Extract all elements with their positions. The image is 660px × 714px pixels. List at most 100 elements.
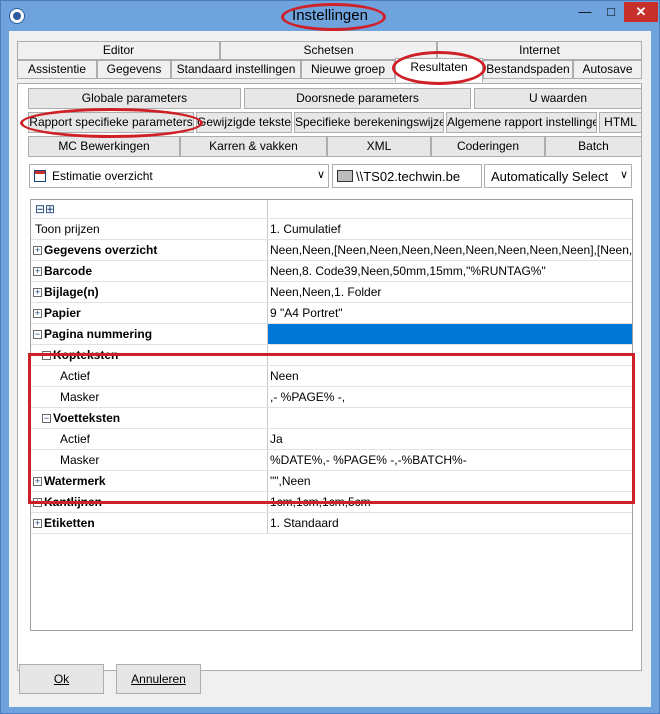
- close-button[interactable]: ✕: [624, 2, 658, 22]
- collapse-icon[interactable]: −: [42, 351, 51, 361]
- window-title: Instellingen: [292, 7, 368, 24]
- grid-row[interactable]: Actief Ja: [31, 429, 632, 450]
- subtab-rapport-specifieke-parameters[interactable]: Rapport specifieke parameters: [28, 112, 194, 133]
- subtab-doorsnede-parameters[interactable]: Doorsnede parameters: [244, 88, 471, 109]
- subtab-gewijzigde-teksten[interactable]: Gewijzigde teksten: [196, 112, 292, 133]
- subtab-html[interactable]: HTML: [599, 112, 642, 133]
- grid-row-label-cell: + Kantlijnen: [31, 492, 268, 512]
- grid-row[interactable]: − Voetteksten: [31, 408, 632, 429]
- grid-row-label: Bijlage(n): [44, 285, 99, 299]
- grid-row-label: Gegevens overzicht: [44, 243, 158, 257]
- tab-editor[interactable]: Editor: [17, 41, 220, 60]
- grid-row-value[interactable]: [268, 408, 632, 428]
- tab-bestandspaden[interactable]: Bestandspaden: [483, 60, 573, 79]
- grid-row-value[interactable]: "",Neen: [268, 471, 632, 491]
- grid-row-label: Voetteksten: [53, 411, 121, 425]
- subtab-mc-bewerkingen[interactable]: MC Bewerkingen: [28, 136, 180, 157]
- tab-gegevens[interactable]: Gegevens: [97, 60, 171, 79]
- maximize-button[interactable]: □: [598, 2, 624, 22]
- grid-row-value[interactable]: Ja: [268, 429, 632, 449]
- property-grid[interactable]: ⊟⊞ Toon prijzen 1. Cumulatief + Gegevens ov…: [28, 199, 635, 631]
- grid-row[interactable]: + Bijlage(n) Neen,Neen,1. Folder: [31, 282, 632, 303]
- grid-row-value[interactable]: 9 "A4 Portret": [268, 303, 632, 323]
- cancel-button[interactable]: Annuleren: [116, 664, 201, 694]
- grid-row[interactable]: + Gegevens overzicht Neen,Neen,[Neen,Neen,…: [31, 240, 632, 261]
- collapse-icon[interactable]: −: [33, 330, 42, 340]
- grid-row-value[interactable]: 1cm,1cm,1cm,5cm: [268, 492, 632, 512]
- title-bar[interactable]: Instellingen — □ ✕: [1, 1, 659, 31]
- grid-row-label-cell: + Bijlage(n): [31, 282, 268, 302]
- expand-icon[interactable]: +: [33, 309, 42, 319]
- ok-button[interactable]: Ok: [19, 664, 104, 694]
- ok-button-label: Ok: [53, 672, 70, 686]
- grid-row[interactable]: + Etiketten 1. Standaard: [31, 513, 632, 534]
- grid-row-value[interactable]: %DATE%,- %PAGE% -,-%BATCH%-: [268, 450, 632, 470]
- collapse-icon[interactable]: −: [42, 414, 51, 424]
- grid-row-value[interactable]: Neen,Neen,[Neen,Neen,Neen,Neen,Neen,Neen…: [268, 240, 632, 260]
- mode-select[interactable]: Automatically Select ∨: [484, 164, 632, 188]
- printer-select[interactable]: \\TS02.techwin.be: [332, 164, 482, 188]
- expand-icon[interactable]: +: [33, 519, 42, 529]
- grid-row-value[interactable]: ,- %PAGE% -,: [268, 387, 632, 407]
- grid-row-label-cell: + Watermerk: [31, 471, 268, 491]
- grid-header-row: ⊟⊞: [31, 200, 632, 219]
- grid-row-value[interactable]: 1. Cumulatief: [268, 219, 632, 239]
- grid-row-label-cell: Actief: [31, 429, 268, 449]
- grid-row[interactable]: − Kopteksten: [31, 345, 632, 366]
- tab-autosave[interactable]: Autosave: [573, 60, 642, 79]
- expand-collapse-all-icons[interactable]: ⊟⊞: [31, 200, 268, 218]
- grid-row[interactable]: Masker ,- %PAGE% -,: [31, 387, 632, 408]
- expand-icon[interactable]: +: [33, 246, 42, 256]
- report-select[interactable]: Estimatie overzicht ∨: [29, 164, 329, 188]
- grid-row-label: Masker: [60, 453, 100, 467]
- grid-row-label: Watermerk: [44, 474, 106, 488]
- grid-row[interactable]: Actief Neen: [31, 366, 632, 387]
- subtab-globale-parameters[interactable]: Globale parameters: [28, 88, 241, 109]
- grid-row[interactable]: + Watermerk "",Neen: [31, 471, 632, 492]
- grid-row[interactable]: Masker %DATE%,- %PAGE% -,-%BATCH%-: [31, 450, 632, 471]
- expand-icon[interactable]: +: [33, 477, 42, 487]
- grid-row-label-cell: Masker: [31, 450, 268, 470]
- minimize-button[interactable]: —: [572, 2, 598, 22]
- grid-row-value[interactable]: Neen: [268, 366, 632, 386]
- grid-row-value[interactable]: [268, 345, 632, 365]
- subtab-karren-vakken[interactable]: Karren & vakken: [180, 136, 327, 157]
- grid-row-label-cell: + Barcode: [31, 261, 268, 281]
- grid-row-label: Papier: [44, 306, 81, 320]
- expand-icon[interactable]: +: [33, 498, 42, 508]
- tab-assistentie[interactable]: Assistentie: [17, 60, 97, 79]
- grid-row-value[interactable]: Neen,8. Code39,Neen,50mm,15mm,"%RUNTAG%": [268, 261, 632, 281]
- subtab-coderingen[interactable]: Coderingen: [431, 136, 545, 157]
- tab-nieuwe-groep[interactable]: Nieuwe groep: [301, 60, 395, 79]
- chevron-down-icon: ∨: [316, 169, 325, 181]
- expand-icon[interactable]: +: [33, 267, 42, 277]
- grid-row-value[interactable]: Neen,Neen,1. Folder: [268, 282, 632, 302]
- settings-window: Instellingen — □ ✕ Editor Schetsen Inter…: [0, 0, 660, 714]
- subtab-specifieke-berekeningswijzen[interactable]: Specifieke berekeningswijzen: [294, 112, 444, 133]
- subtab-u-waarden[interactable]: U waarden: [474, 88, 642, 109]
- grid-row[interactable]: + Kantlijnen 1cm,1cm,1cm,5cm: [31, 492, 632, 513]
- grid-row-value[interactable]: 1. Standaard: [268, 513, 632, 533]
- expand-icon[interactable]: +: [33, 288, 42, 298]
- subtab-algemene-rapport-instellingen[interactable]: Algemene rapport instellingen: [446, 112, 597, 133]
- dialog-client: Editor Schetsen Internet Assistentie Geg…: [9, 31, 651, 707]
- grid-row-value[interactable]: [268, 324, 632, 344]
- subtab-xml[interactable]: XML: [327, 136, 431, 157]
- grid-row-label-cell: Toon prijzen: [31, 219, 268, 239]
- grid-row[interactable]: + Papier 9 "A4 Portret": [31, 303, 632, 324]
- grid-row-label-cell: Masker: [31, 387, 268, 407]
- grid-row-label-cell: + Gegevens overzicht: [31, 240, 268, 260]
- grid-row-label: Masker: [60, 390, 100, 404]
- tab-standaard-instellingen[interactable]: Standaard instellingen: [171, 60, 301, 79]
- cancel-button-label: Annuleren: [131, 672, 186, 686]
- printer-select-value: \\TS02.techwin.be: [356, 169, 461, 184]
- grid-row[interactable]: + Barcode Neen,8. Code39,Neen,50mm,15mm,"%…: [31, 261, 632, 282]
- mode-select-value: Automatically Select: [491, 169, 609, 184]
- tab-resultaten[interactable]: Resultaten: [395, 58, 483, 82]
- grid-row[interactable]: Toon prijzen 1. Cumulatief: [31, 219, 632, 240]
- subtab-batch[interactable]: Batch: [545, 136, 642, 157]
- grid-row-label: Kopteksten: [53, 348, 119, 362]
- grid-row-label-cell: − Voetteksten: [31, 408, 268, 428]
- grid-row-label: Actief: [60, 369, 91, 383]
- grid-row[interactable]: − Pagina nummering: [31, 324, 632, 345]
